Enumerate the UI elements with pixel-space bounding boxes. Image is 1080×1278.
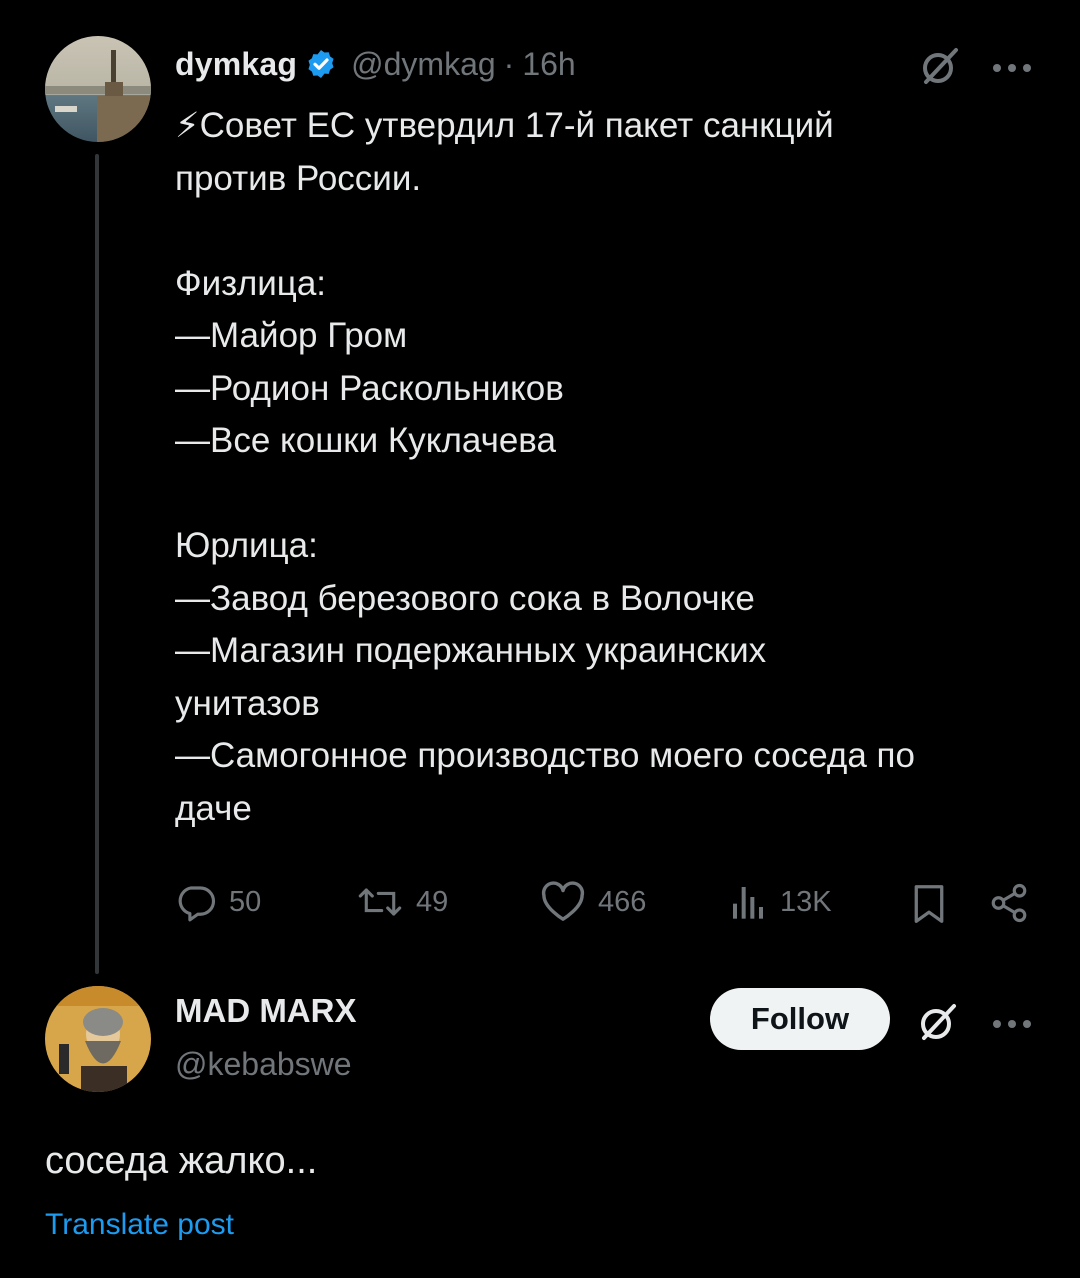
views-count: 13K: [780, 885, 832, 918]
reply-author-name[interactable]: MAD MARX: [175, 992, 356, 1030]
reply-button[interactable]: 50: [175, 880, 261, 924]
analytics-icon: [733, 887, 763, 919]
author-handle[interactable]: @dymkag: [351, 46, 496, 83]
bookmark-icon[interactable]: [912, 884, 946, 929]
reply-more-options-icon[interactable]: [992, 1016, 1032, 1034]
grok-icon[interactable]: [918, 44, 962, 93]
repost-button[interactable]: 49: [356, 880, 448, 924]
post-text: ⚡Совет ЕС утвердил 17-й пакет санкций пр…: [175, 106, 915, 828]
post-header: dymkag @dymkag · 16h: [175, 42, 576, 86]
author-name[interactable]: dymkag: [175, 46, 297, 83]
reply-grok-icon[interactable]: [916, 1000, 960, 1049]
views-button[interactable]: 13K: [728, 880, 832, 924]
header-separator: ·: [503, 45, 515, 82]
post-time[interactable]: 16h: [522, 46, 575, 83]
translate-post-link[interactable]: Translate post: [45, 1208, 234, 1242]
repost-count: 49: [416, 885, 449, 918]
verified-badge-icon: [305, 48, 337, 80]
thread-line: [95, 154, 99, 974]
like-button[interactable]: 466: [540, 880, 646, 924]
more-options-icon[interactable]: [992, 60, 1032, 78]
share-icon[interactable]: [988, 882, 1030, 929]
repost-icon: [358, 888, 402, 916]
author-avatar[interactable]: [45, 36, 151, 142]
follow-button[interactable]: Follow: [710, 988, 890, 1050]
reply-text: соседа жалко...: [45, 1140, 318, 1182]
reply-author-handle[interactable]: @kebabswe: [175, 1046, 352, 1083]
reply-count: 50: [229, 885, 262, 918]
reply-icon: [178, 886, 216, 922]
like-count: 466: [598, 885, 647, 918]
heart-icon: [541, 881, 585, 921]
reply-author-avatar[interactable]: [45, 986, 151, 1092]
